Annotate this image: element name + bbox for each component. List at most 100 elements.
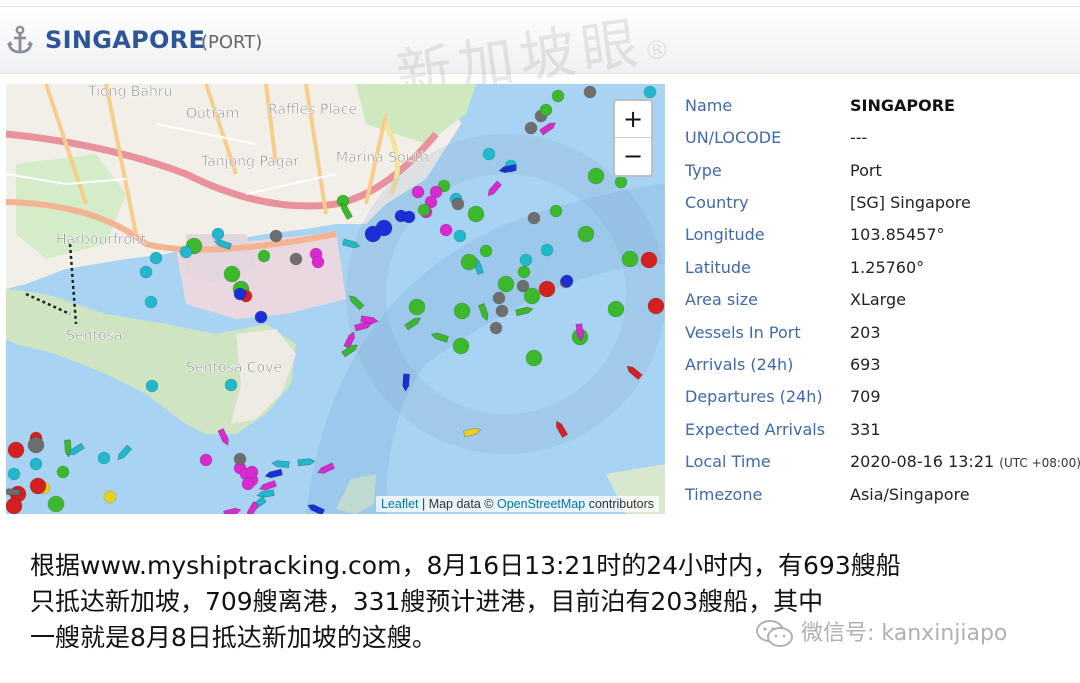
anchored-vessel-marker[interactable] [103,490,117,504]
info-value: [SG] Singapore [850,193,971,212]
anchored-vessel-marker[interactable] [289,252,303,266]
anchored-vessel-marker[interactable] [460,253,478,271]
anchored-vessel-marker[interactable] [451,197,465,211]
anchored-vessel-marker[interactable] [492,291,506,305]
anchored-vessel-marker[interactable] [467,205,485,223]
anchored-vessel-marker[interactable] [489,321,503,335]
anchored-vessel-marker[interactable] [269,229,283,243]
anchored-vessel-marker[interactable] [621,250,639,268]
anchored-vessel-marker[interactable] [27,436,45,454]
anchored-vessel-marker[interactable] [539,103,553,117]
moving-vessel-marker[interactable] [539,120,557,136]
anchored-vessel-marker[interactable] [223,265,241,283]
anchored-vessel-marker[interactable] [145,379,159,393]
anchored-vessel-marker[interactable] [640,251,658,269]
map-place-label: Outram [186,106,239,122]
anchored-vessel-marker[interactable] [257,249,271,263]
moving-vessel-marker[interactable] [486,180,503,198]
anchored-vessel-marker[interactable] [560,274,574,288]
anchored-vessel-marker[interactable] [495,304,509,318]
anchored-vessel-marker[interactable] [614,175,628,189]
moving-vessel-marker[interactable] [515,306,534,317]
anchored-vessel-marker[interactable] [538,280,556,298]
info-key: Local Time [685,452,771,471]
anchored-vessel-marker[interactable] [439,223,453,237]
anchored-vessel-marker[interactable] [453,302,471,320]
anchored-vessel-marker[interactable] [144,295,158,309]
anchored-vessel-marker[interactable] [527,211,541,225]
leaflet-link[interactable]: Leaflet [381,497,419,511]
anchor-icon [7,25,33,54]
anchored-vessel-marker[interactable] [233,452,247,466]
anchored-vessel-marker[interactable] [7,467,21,481]
anchored-vessel-marker[interactable] [7,441,25,459]
info-key: Departures (24h) [685,387,823,406]
anchored-vessel-marker[interactable] [199,453,213,467]
port-header: SINGAPORE (PORT) [0,6,1080,74]
anchored-vessel-marker[interactable] [587,167,605,185]
info-key: Timezone [685,485,763,504]
anchored-vessel-marker[interactable] [452,337,470,355]
wechat-watermark: 微信号: kanxinjiapo [755,615,1007,649]
info-value: XLarge [850,290,906,309]
anchored-vessel-marker[interactable] [479,244,493,258]
anchored-vessel-marker[interactable] [497,275,515,293]
anchored-vessel-marker[interactable] [523,287,541,305]
moving-vessel-marker[interactable] [264,468,283,479]
anchored-vessel-marker[interactable] [29,477,47,495]
anchored-vessel-marker[interactable] [525,349,543,367]
anchored-vessel-marker[interactable] [453,229,467,243]
moving-vessel-marker[interactable] [297,458,316,467]
moving-vessel-marker[interactable] [6,488,21,497]
anchored-vessel-marker[interactable] [29,457,43,471]
anchored-vessel-marker[interactable] [254,310,268,324]
anchored-vessel-marker[interactable] [517,265,531,279]
anchored-vessel-marker[interactable] [97,451,111,465]
moving-vessel-marker[interactable] [223,507,242,514]
anchored-vessel-marker[interactable] [482,147,496,161]
local-time-value: 2020-08-16 13:21 [850,452,995,471]
anchored-vessel-marker[interactable] [647,297,665,315]
anchored-vessel-marker[interactable] [245,465,259,479]
anchored-vessel-marker[interactable] [6,497,23,514]
anchored-vessel-marker[interactable] [179,245,193,259]
anchored-vessel-marker[interactable] [417,203,431,217]
map-place-label: Marina South [336,150,429,166]
anchored-vessel-marker[interactable] [408,298,426,316]
anchored-vessel-marker[interactable] [56,465,70,479]
anchored-vessel-marker[interactable] [607,300,625,318]
moving-vessel-marker[interactable] [271,460,290,469]
info-value: 709 [850,387,881,406]
anchored-vessel-marker[interactable] [241,477,255,491]
info-key: Area size [685,290,758,309]
moving-vessel-marker[interactable] [256,489,275,499]
anchored-vessel-marker[interactable] [311,255,325,269]
anchored-vessel-marker[interactable] [224,378,238,392]
anchored-vessel-marker[interactable] [519,253,533,267]
anchored-vessel-marker[interactable] [577,225,595,243]
map-canvas[interactable]: Tiong Bahru Outram Raffles Place Tanjong Pa… [6,84,665,514]
anchored-vessel-marker[interactable] [411,185,425,199]
anchored-vessel-marker[interactable] [375,219,393,237]
anchored-vessel-marker[interactable] [540,243,554,257]
anchored-vessel-marker[interactable] [211,227,225,241]
anchored-vessel-marker[interactable] [549,204,563,218]
anchored-vessel-marker[interactable] [47,495,65,513]
wechat-icon [756,620,793,647]
anchored-vessel-marker[interactable] [583,85,597,99]
moving-vessel-marker[interactable] [116,444,133,462]
anchored-vessel-marker[interactable] [139,265,153,279]
osm-link[interactable]: OpenStreetMap [497,497,585,511]
anchored-vessel-marker[interactable] [524,121,538,135]
anchored-vessel-marker[interactable] [551,89,565,103]
anchored-vessel-marker[interactable] [643,85,657,99]
zoom-in-button[interactable]: + [615,101,651,137]
zoom-out-button[interactable]: − [615,137,651,174]
moving-vessel-marker[interactable] [245,501,260,514]
port-map[interactable]: Tiong Bahru Outram Raffles Place Tanjong Pa… [6,84,665,514]
anchored-vessel-marker[interactable] [233,287,247,301]
zoom-control: + − [613,99,653,177]
caption-line: 根据www.myshiptracking.com，8月16日13:21时的24小… [30,551,901,580]
anchored-vessel-marker[interactable] [402,210,416,224]
anchored-vessel-marker[interactable] [149,251,163,265]
